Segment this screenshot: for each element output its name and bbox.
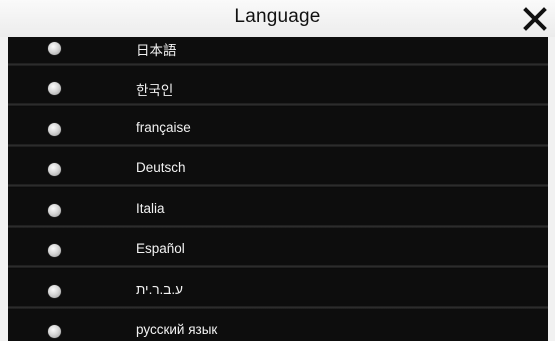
radio-button-icon[interactable] xyxy=(48,204,61,217)
radio-button-icon[interactable] xyxy=(48,42,61,55)
dialog-titlebar: Language xyxy=(0,0,555,37)
language-option[interactable]: 한국인 xyxy=(8,66,548,106)
close-icon xyxy=(523,7,547,31)
close-button[interactable] xyxy=(522,6,548,32)
language-label: française xyxy=(136,120,191,135)
language-option[interactable]: 日本語 xyxy=(8,37,548,66)
language-label: Deutsch xyxy=(136,160,186,175)
language-option[interactable]: Español xyxy=(8,228,548,268)
language-label: ע.ב.ר.ית xyxy=(136,282,183,297)
radio-button-icon[interactable] xyxy=(48,82,61,95)
language-option[interactable]: ע.ב.ר.ית xyxy=(8,269,548,309)
radio-button-icon[interactable] xyxy=(48,325,61,338)
language-list: 日本語 한국인 française Deutsch Italia Español… xyxy=(8,37,548,341)
radio-button-icon[interactable] xyxy=(48,244,61,257)
radio-button-icon[interactable] xyxy=(48,285,61,298)
dialog-title: Language xyxy=(234,6,321,27)
language-option[interactable]: Italia xyxy=(8,188,548,228)
language-option[interactable]: русский язык xyxy=(8,309,548,341)
language-option[interactable]: française xyxy=(8,107,548,147)
language-option[interactable]: Deutsch xyxy=(8,147,548,187)
language-label: Español xyxy=(136,241,185,256)
language-label: Italia xyxy=(136,201,165,216)
language-label: 한국인 xyxy=(136,83,174,98)
language-label: 日本語 xyxy=(136,43,177,58)
language-label: русский язык xyxy=(136,322,218,337)
radio-button-icon[interactable] xyxy=(48,123,61,136)
radio-button-icon[interactable] xyxy=(48,163,61,176)
language-dialog: Language 日本語 한국인 française Deutsch Itali… xyxy=(0,0,555,341)
